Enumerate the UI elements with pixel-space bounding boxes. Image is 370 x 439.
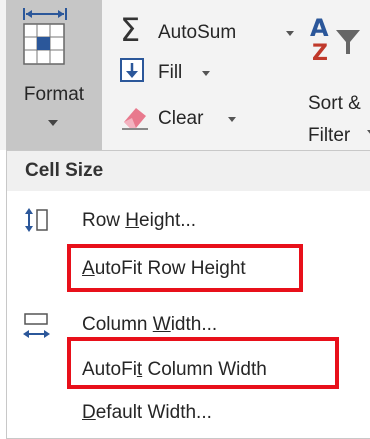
menu-item-row-height[interactable]: Row Height... [7, 199, 370, 243]
eraser-icon [120, 104, 150, 136]
fill-dropdown-icon[interactable] [202, 71, 210, 76]
cell-size-section-header: Cell Size [7, 151, 370, 191]
autosum-dropdown-icon[interactable] [286, 31, 294, 36]
filter-label: Filter [308, 125, 351, 146]
sort-filter-button[interactable]: Sort & Filter [308, 88, 361, 152]
svg-text:Z: Z [312, 41, 328, 66]
format-cells-icon [20, 4, 88, 81]
row-height-icon [21, 207, 53, 240]
format-button[interactable]: Format [6, 0, 102, 150]
autosum-label: AutoSum [158, 22, 237, 43]
clear-dropdown-icon[interactable] [228, 117, 236, 122]
format-button-label: Format [23, 84, 85, 105]
sort-label: Sort & [308, 93, 361, 114]
highlight-box [67, 337, 339, 389]
format-dropdown-arrow-icon [48, 120, 58, 126]
svg-text:A: A [310, 14, 329, 42]
fill-down-icon [120, 58, 144, 88]
svg-text:Σ: Σ [120, 12, 140, 48]
sigma-icon: Σ [120, 11, 154, 54]
autosum-button[interactable]: Σ AutoSum [120, 11, 300, 49]
cell-size-title: Cell Size [25, 160, 104, 181]
ribbon: Format Σ AutoSum Fill Clear A Z Sort & F… [0, 0, 370, 150]
menu-item-default-width[interactable]: Default Width... [7, 391, 370, 435]
column-width-icon [21, 311, 53, 346]
sort-filter-icon: A Z [310, 14, 370, 71]
fill-button[interactable]: Fill [120, 52, 230, 88]
clear-button[interactable]: Clear [120, 98, 250, 134]
menu-item-label: Column Width... [82, 314, 218, 335]
fill-label: Fill [158, 62, 183, 83]
highlight-box [67, 244, 303, 292]
menu-item-label: Default Width... [82, 402, 212, 423]
clear-label: Clear [158, 108, 204, 129]
format-dropdown-menu: Cell Size Row Height... AutoFit Row Heig… [6, 150, 370, 439]
menu-item-label: Row Height... [82, 210, 197, 231]
